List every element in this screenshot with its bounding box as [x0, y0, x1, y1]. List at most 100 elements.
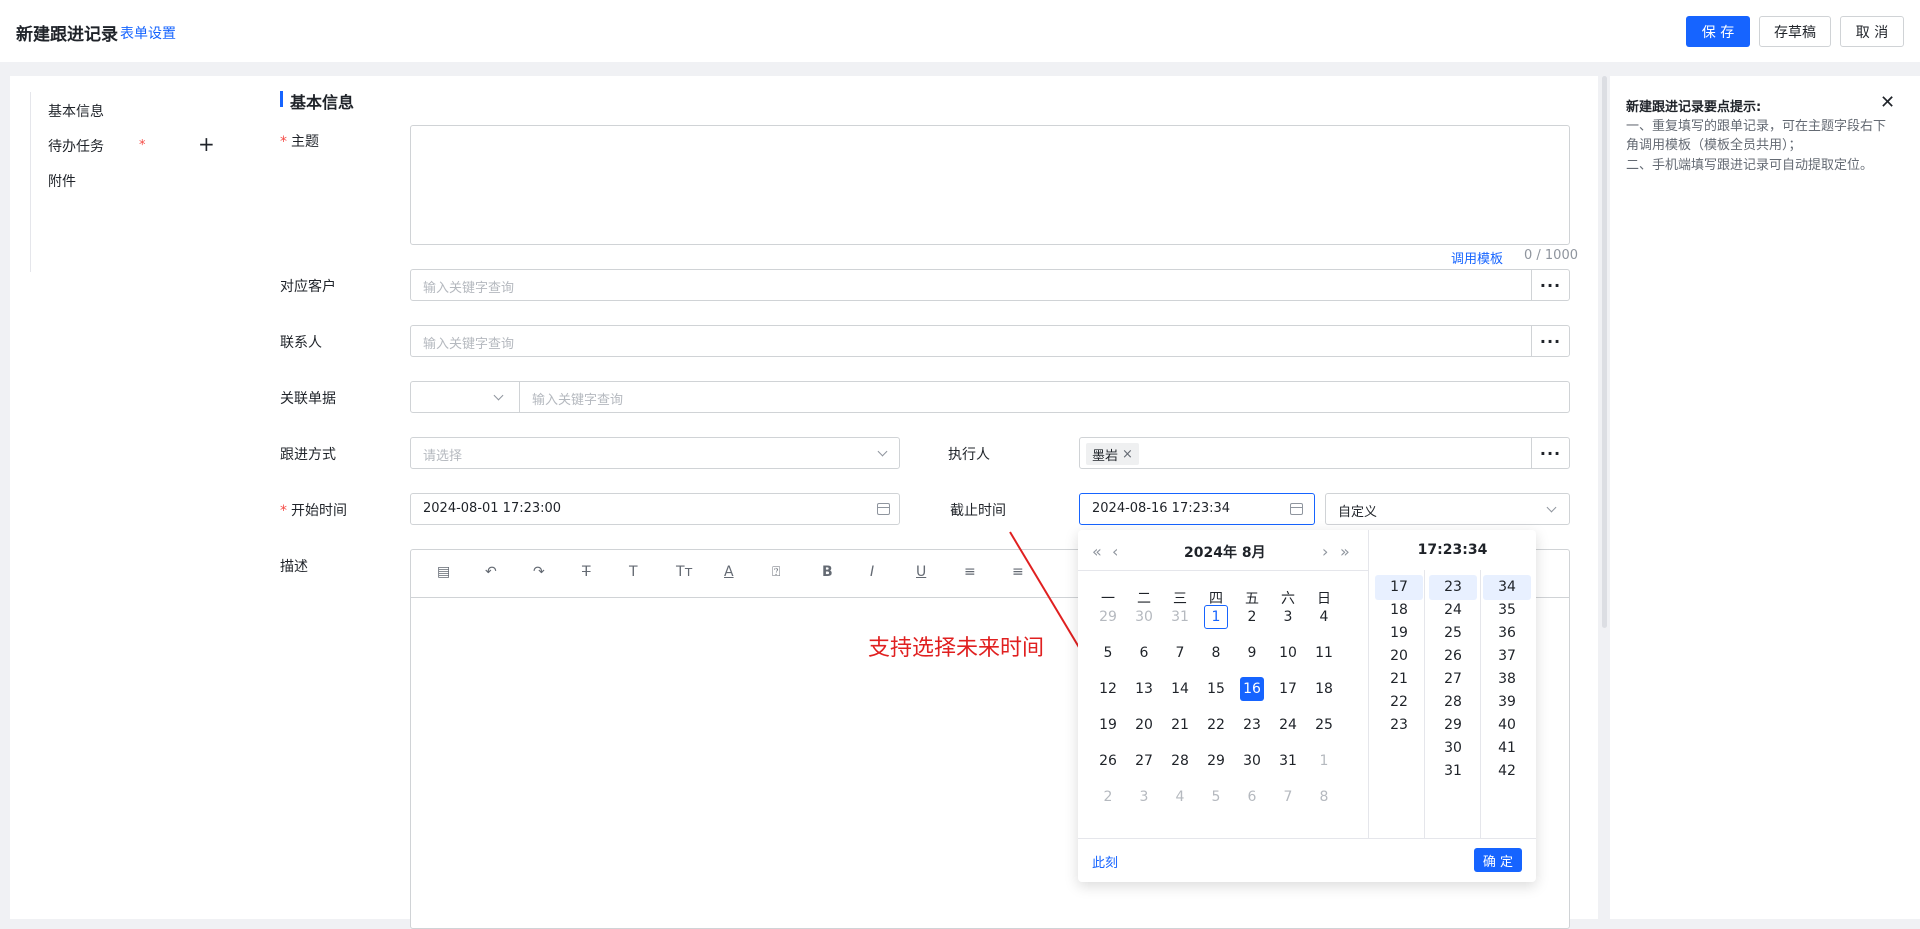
- calendar-day[interactable]: 7: [1270, 785, 1306, 809]
- calendar-day[interactable]: 16: [1234, 677, 1270, 701]
- calendar-day[interactable]: 24: [1270, 713, 1306, 737]
- calendar-day-number: 30: [1243, 753, 1261, 769]
- calendar-day-number: 19: [1099, 717, 1117, 733]
- calendar-day[interactable]: 26: [1090, 749, 1126, 773]
- time-hour-cell[interactable]: 20: [1375, 644, 1423, 669]
- calendar-day[interactable]: 19: [1090, 713, 1126, 737]
- calendar-day[interactable]: 1: [1198, 605, 1234, 629]
- calendar-day[interactable]: 10: [1270, 641, 1306, 665]
- calendar-day[interactable]: 22: [1198, 713, 1234, 737]
- time-minute-cell[interactable]: 29: [1429, 713, 1477, 738]
- calendar-day[interactable]: 29: [1198, 749, 1234, 773]
- calendar-day[interactable]: 27: [1126, 749, 1162, 773]
- calendar-day-number: 12: [1099, 681, 1117, 697]
- calendar-day[interactable]: 20: [1126, 713, 1162, 737]
- calendar-day[interactable]: 28: [1162, 749, 1198, 773]
- calendar-day-number: 24: [1279, 717, 1297, 733]
- time-second-cell[interactable]: 42: [1483, 759, 1531, 784]
- calendar-day-number: 13: [1135, 681, 1153, 697]
- prev-month-icon[interactable]: ‹: [1112, 542, 1118, 561]
- time-minute-cell[interactable]: 27: [1429, 667, 1477, 692]
- calendar-day-number: 29: [1099, 609, 1117, 625]
- calendar-day[interactable]: 17: [1270, 677, 1306, 701]
- annotation-text: 支持选择未来时间: [868, 636, 1045, 661]
- calendar-day[interactable]: 3: [1270, 605, 1306, 629]
- calendar-day-number: 30: [1135, 609, 1153, 625]
- calendar-day-number: 15: [1207, 681, 1225, 697]
- calendar-day[interactable]: 8: [1198, 641, 1234, 665]
- calendar-day[interactable]: 30: [1234, 749, 1270, 773]
- calendar-day[interactable]: 29: [1090, 605, 1126, 629]
- time-second-cell[interactable]: 37: [1483, 644, 1531, 669]
- time-second-cell[interactable]: 35: [1483, 598, 1531, 623]
- calendar-day[interactable]: 31: [1162, 605, 1198, 629]
- time-second-cell[interactable]: 36: [1483, 621, 1531, 646]
- time-hour-cell[interactable]: 22: [1375, 690, 1423, 715]
- calendar-day[interactable]: 2: [1090, 785, 1126, 809]
- calendar-day[interactable]: 9: [1234, 641, 1270, 665]
- time-second-cell[interactable]: 39: [1483, 690, 1531, 715]
- calendar-day-number: 2: [1103, 789, 1113, 805]
- time-hour-cell[interactable]: 19: [1375, 621, 1423, 646]
- calendar-day[interactable]: 12: [1090, 677, 1126, 701]
- calendar-day[interactable]: 4: [1162, 785, 1198, 809]
- calendar-day-number: 5: [1103, 645, 1113, 661]
- calendar-day[interactable]: 18: [1306, 677, 1342, 701]
- picker-divider: [1078, 570, 1368, 571]
- time-hour-cell[interactable]: 21: [1375, 667, 1423, 692]
- calendar-day-number: 11: [1315, 645, 1333, 661]
- calendar-day-number: 31: [1279, 753, 1297, 769]
- calendar-day-number: 6: [1247, 789, 1257, 805]
- calendar-day[interactable]: 25: [1306, 713, 1342, 737]
- calendar-day-number: 27: [1135, 753, 1153, 769]
- calendar-day[interactable]: 30: [1126, 605, 1162, 629]
- prev-year-icon[interactable]: «: [1092, 542, 1102, 561]
- calendar-day[interactable]: 6: [1126, 641, 1162, 665]
- time-minute-cell[interactable]: 25: [1429, 621, 1477, 646]
- calendar-day-number: 6: [1139, 645, 1149, 661]
- calendar-day[interactable]: 5: [1090, 641, 1126, 665]
- calendar-day[interactable]: 3: [1126, 785, 1162, 809]
- calendar-day[interactable]: 15: [1198, 677, 1234, 701]
- calendar-day[interactable]: 31: [1270, 749, 1306, 773]
- calendar-day[interactable]: 6: [1234, 785, 1270, 809]
- now-button[interactable]: 此刻: [1092, 852, 1118, 871]
- time-minute-cell[interactable]: 28: [1429, 690, 1477, 715]
- time-second-cell[interactable]: 40: [1483, 713, 1531, 738]
- time-minute-cell[interactable]: 31: [1429, 759, 1477, 784]
- calendar-day[interactable]: 23: [1234, 713, 1270, 737]
- calendar-day-number: 4: [1175, 789, 1185, 805]
- time-hour-cell[interactable]: 18: [1375, 598, 1423, 623]
- time-column-divider: [1424, 570, 1425, 838]
- calendar-day-number: 21: [1171, 717, 1189, 733]
- calendar-day-number: 7: [1283, 789, 1293, 805]
- calendar-day-number: 14: [1171, 681, 1189, 697]
- calendar-day[interactable]: 4: [1306, 605, 1342, 629]
- time-minute-cell[interactable]: 30: [1429, 736, 1477, 761]
- calendar-day[interactable]: 21: [1162, 713, 1198, 737]
- time-minute-cell[interactable]: 26: [1429, 644, 1477, 669]
- calendar-day-number: 8: [1319, 789, 1329, 805]
- time-minute-cell[interactable]: 24: [1429, 598, 1477, 623]
- calendar-day[interactable]: 2: [1234, 605, 1270, 629]
- time-minute-cell[interactable]: 23: [1429, 575, 1477, 600]
- calendar-day[interactable]: 1: [1306, 749, 1342, 773]
- next-year-icon[interactable]: »: [1340, 542, 1350, 561]
- confirm-button[interactable]: 确 定: [1474, 848, 1522, 872]
- next-month-icon[interactable]: ›: [1322, 542, 1328, 561]
- time-second-cell[interactable]: 34: [1483, 575, 1531, 600]
- calendar-day[interactable]: 8: [1306, 785, 1342, 809]
- time-hour-cell[interactable]: 23: [1375, 713, 1423, 738]
- calendar-day[interactable]: 14: [1162, 677, 1198, 701]
- time-hour-cell[interactable]: 17: [1375, 575, 1423, 600]
- calendar-day[interactable]: 7: [1162, 641, 1198, 665]
- calendar-day[interactable]: 13: [1126, 677, 1162, 701]
- time-second-cell[interactable]: 38: [1483, 667, 1531, 692]
- calendar-day-number: 3: [1283, 609, 1293, 625]
- calendar-day-number: 16: [1240, 677, 1264, 701]
- calendar-day[interactable]: 5: [1198, 785, 1234, 809]
- calendar-day[interactable]: 11: [1306, 641, 1342, 665]
- calendar-day-number: 25: [1315, 717, 1333, 733]
- calendar-day-number: 2: [1247, 609, 1257, 625]
- time-second-cell[interactable]: 41: [1483, 736, 1531, 761]
